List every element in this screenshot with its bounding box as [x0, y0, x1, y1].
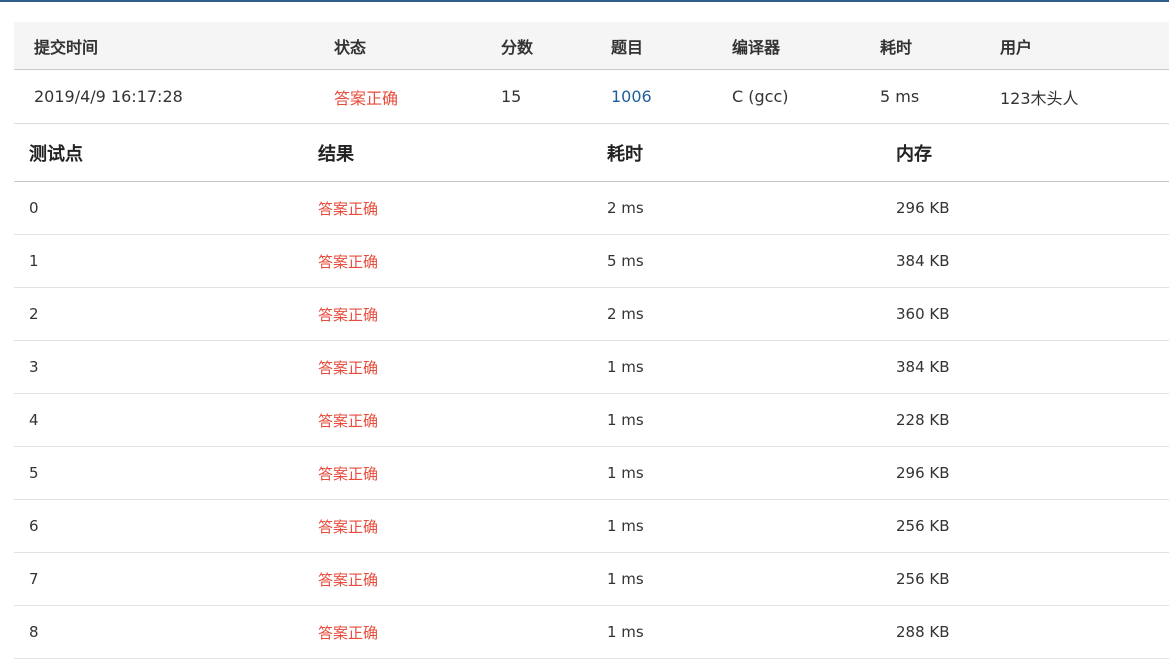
header-case-result: 结果 — [318, 143, 354, 165]
table-row: 8 答案正确 1 ms 288 KB — [14, 606, 1169, 659]
case-memory: 256 KB — [896, 517, 950, 535]
case-id: 8 — [29, 623, 39, 641]
case-id: 7 — [29, 570, 39, 588]
case-time: 2 ms — [607, 305, 644, 323]
status-badge: 答案正确 — [334, 88, 399, 108]
problem-link[interactable]: 1006 — [611, 87, 652, 106]
header-case-id: 测试点 — [29, 143, 83, 165]
cases-table-header: 测试点 结果 耗时 内存 — [14, 124, 1169, 182]
case-time: 1 ms — [607, 358, 644, 376]
case-result: 答案正确 — [318, 411, 379, 430]
submission-row: 2019/4/9 16:17:28 答案正确 15 1006 C (gcc) 5… — [14, 70, 1169, 124]
case-result: 答案正确 — [318, 252, 379, 271]
case-result: 答案正确 — [318, 517, 379, 536]
score-value: 15 — [501, 87, 522, 106]
elapsed-value: 5 ms — [880, 87, 920, 106]
case-id: 0 — [29, 199, 39, 217]
top-border — [0, 0, 1169, 2]
header-case-memory: 内存 — [896, 143, 932, 165]
header-elapsed: 耗时 — [880, 37, 913, 57]
submit-time: 2019/4/9 16:17:28 — [34, 87, 183, 106]
user-name: 123木头人 — [1000, 88, 1079, 108]
case-time: 1 ms — [607, 464, 644, 482]
header-compiler: 编译器 — [732, 37, 781, 57]
submission-table-header: 提交时间 状态 分数 题目 编译器 耗时 用户 — [14, 22, 1169, 70]
case-memory: 296 KB — [896, 199, 950, 217]
header-submit-time: 提交时间 — [34, 37, 99, 57]
submission-detail: 提交时间 状态 分数 题目 编译器 耗时 用户 2019/4/9 16:17:2… — [14, 22, 1169, 659]
header-problem: 题目 — [611, 37, 644, 57]
case-time: 1 ms — [607, 517, 644, 535]
case-id: 4 — [29, 411, 39, 429]
case-memory: 384 KB — [896, 358, 950, 376]
case-result: 答案正确 — [318, 199, 379, 218]
case-id: 1 — [29, 252, 39, 270]
header-user: 用户 — [1000, 37, 1033, 57]
case-memory: 360 KB — [896, 305, 950, 323]
case-result: 答案正确 — [318, 570, 379, 589]
case-id: 3 — [29, 358, 39, 376]
case-time: 1 ms — [607, 411, 644, 429]
case-time: 1 ms — [607, 623, 644, 641]
case-time: 1 ms — [607, 570, 644, 588]
case-memory: 228 KB — [896, 411, 950, 429]
header-status: 状态 — [334, 37, 367, 57]
table-row: 2 答案正确 2 ms 360 KB — [14, 288, 1169, 341]
table-row: 7 答案正确 1 ms 256 KB — [14, 553, 1169, 606]
table-row: 0 答案正确 2 ms 296 KB — [14, 182, 1169, 235]
case-id: 5 — [29, 464, 39, 482]
table-row: 1 答案正确 5 ms 384 KB — [14, 235, 1169, 288]
compiler-value: C (gcc) — [732, 87, 789, 106]
case-id: 6 — [29, 517, 39, 535]
header-case-time: 耗时 — [607, 143, 643, 165]
table-row: 5 答案正确 1 ms 296 KB — [14, 447, 1169, 500]
case-memory: 384 KB — [896, 252, 950, 270]
table-row: 6 答案正确 1 ms 256 KB — [14, 500, 1169, 553]
case-time: 5 ms — [607, 252, 644, 270]
case-id: 2 — [29, 305, 39, 323]
case-memory: 288 KB — [896, 623, 950, 641]
case-memory: 256 KB — [896, 570, 950, 588]
case-result: 答案正确 — [318, 305, 379, 324]
case-time: 2 ms — [607, 199, 644, 217]
case-memory: 296 KB — [896, 464, 950, 482]
header-score: 分数 — [501, 37, 534, 57]
case-result: 答案正确 — [318, 464, 379, 483]
table-row: 3 答案正确 1 ms 384 KB — [14, 341, 1169, 394]
case-result: 答案正确 — [318, 623, 379, 642]
table-row: 4 答案正确 1 ms 228 KB — [14, 394, 1169, 447]
case-result: 答案正确 — [318, 358, 379, 377]
